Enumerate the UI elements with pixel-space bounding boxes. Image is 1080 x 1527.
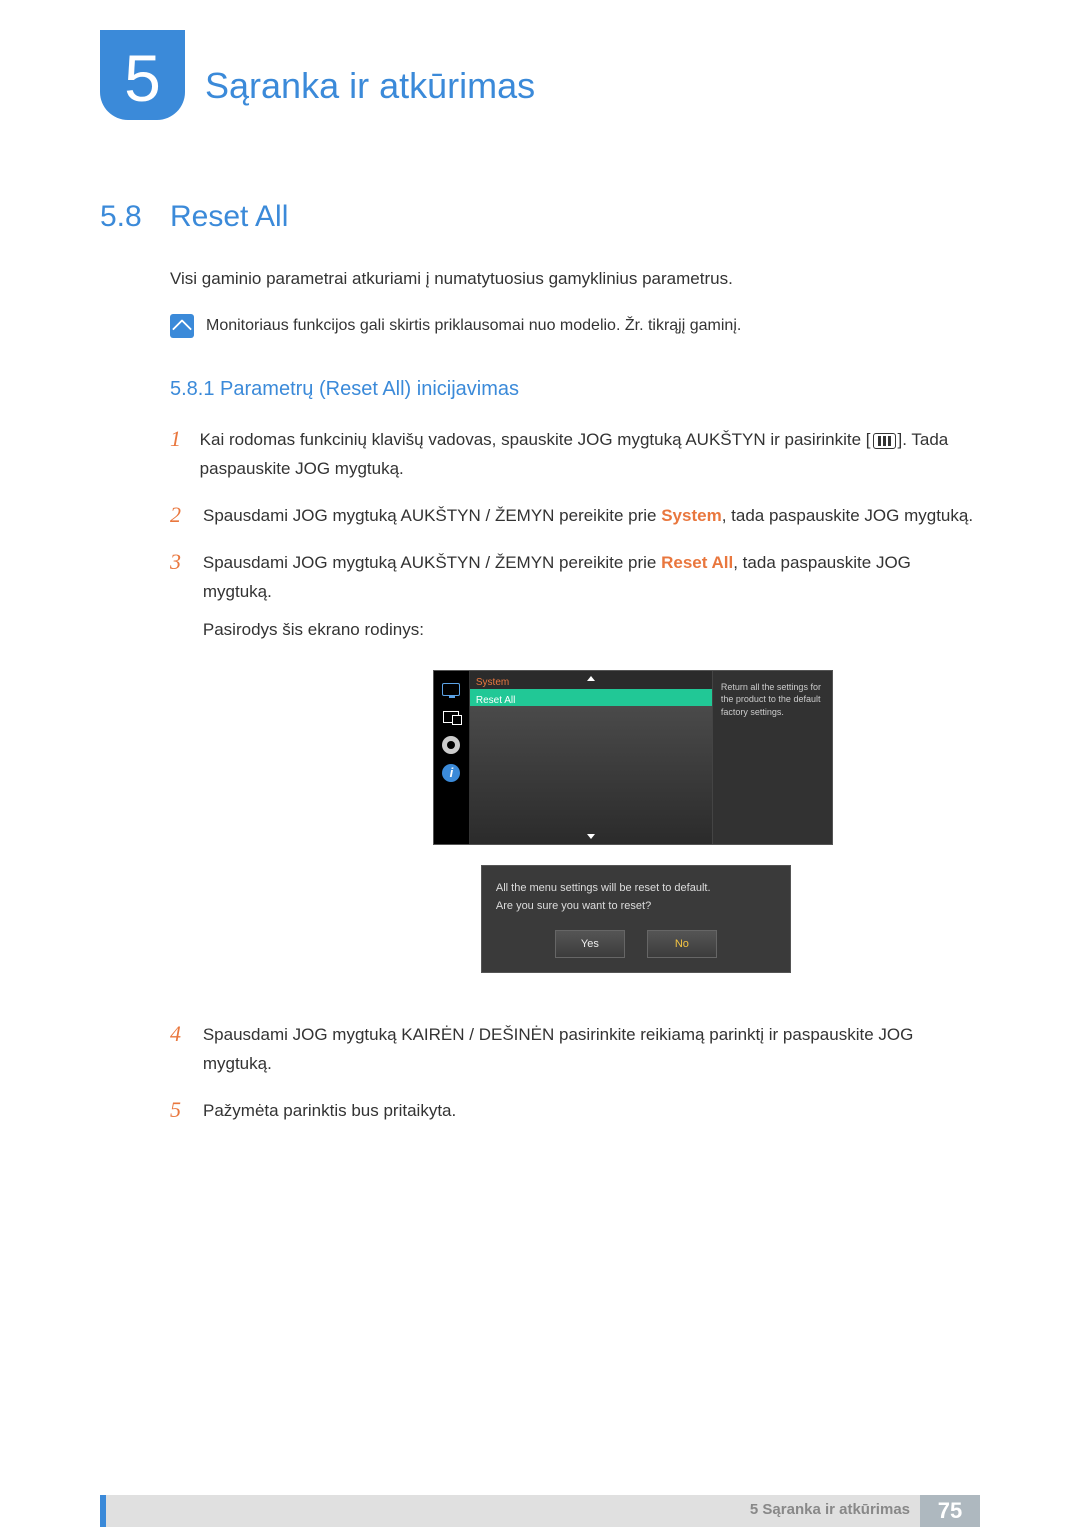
arrow-up-icon <box>587 676 595 681</box>
text-fragment: Spausdami JOG mygtuką AUKŠTYN / ŽEMYN pe… <box>203 553 661 572</box>
osd-description: Return all the settings for the product … <box>712 671 832 844</box>
step-3: 3 Spausdami JOG mygtuką AUKŠTYN / ŽEMYN … <box>170 549 980 1004</box>
osd-illustration: i System Reset All Return all the settin… <box>433 670 833 973</box>
steps-list: 1 Kai rodomas funkcinių klavišų vadovas,… <box>170 426 980 1126</box>
step-4: 4 Spausdami JOG mygtuką KAIRĖN / DEŠINĖN… <box>170 1021 980 1079</box>
highlight-resetall: Reset All <box>661 553 733 572</box>
page-number: 75 <box>920 1495 980 1527</box>
note-text: Monitoriaus funkcijos gali skirtis prikl… <box>206 314 741 335</box>
pip-icon <box>440 707 462 727</box>
osd-confirm-dialog: All the menu settings will be reset to d… <box>481 865 791 973</box>
osd-menu: i System Reset All Return all the settin… <box>433 670 833 845</box>
menu-icon <box>873 433 896 449</box>
step-number: 2 <box>170 502 188 528</box>
note-row: Monitoriaus funkcijos gali skirtis prikl… <box>170 314 980 338</box>
page-footer: 5 Sąranka ir atkūrimas 75 <box>0 1495 1080 1527</box>
monitor-icon <box>440 679 462 699</box>
text-line: All the menu settings will be reset to d… <box>496 880 776 898</box>
step-text: Spausdami JOG mygtuką KAIRĖN / DEŠINĖN p… <box>203 1021 980 1079</box>
chapter-number-badge: 5 <box>100 30 185 120</box>
step-1: 1 Kai rodomas funkcinių klavišų vadovas,… <box>170 426 980 484</box>
gear-icon <box>440 735 462 755</box>
note-icon <box>170 314 194 338</box>
intro-text: Visi gaminio parametrai atkuriami į numa… <box>170 269 980 289</box>
info-icon: i <box>440 763 462 783</box>
step-text: Kai rodomas funkcinių klavišų vadovas, s… <box>200 426 980 484</box>
step-5: 5 Pažymėta parinktis bus pritaikyta. <box>170 1097 980 1126</box>
step-number: 4 <box>170 1021 188 1047</box>
text-line: Are you sure you want to reset? <box>496 898 776 916</box>
section-header: 5.8 Reset All <box>100 200 980 234</box>
subsection-title: 5.8.1 Parametrų (Reset All) inicijavimas <box>170 378 980 401</box>
step-text: Spausdami JOG mygtuką AUKŠTYN / ŽEMYN pe… <box>203 502 973 531</box>
text-fragment: Spausdami JOG mygtuką AUKŠTYN / ŽEMYN pe… <box>203 506 661 525</box>
osd-main: System Reset All <box>470 671 712 844</box>
highlight-system: System <box>661 506 721 525</box>
yes-button: Yes <box>555 930 625 959</box>
section-title: Reset All <box>170 200 288 234</box>
step-2: 2 Spausdami JOG mygtuką AUKŠTYN / ŽEMYN … <box>170 502 980 531</box>
text-fragment: Pasirodys šis ekrano rodinys: <box>203 620 424 639</box>
chapter-title: Sąranka ir atkūrimas <box>205 30 535 107</box>
step-text: Spausdami JOG mygtuką AUKŠTYN / ŽEMYN pe… <box>203 549 980 1004</box>
osd-title: System <box>470 671 712 694</box>
step-number: 3 <box>170 549 188 575</box>
step-text: Pažymėta parinktis bus pritaikyta. <box>203 1097 456 1126</box>
section-number: 5.8 <box>100 200 170 234</box>
text-fragment: , tada paspauskite JOG mygtuką. <box>722 506 973 525</box>
text-fragment: Kai rodomas funkcinių klavišų vadovas, s… <box>200 430 871 449</box>
step-number: 1 <box>170 426 185 452</box>
no-button: No <box>647 930 717 959</box>
chapter-header: 5 Sąranka ir atkūrimas <box>100 30 980 120</box>
step-number: 5 <box>170 1097 188 1123</box>
osd-sidebar: i <box>434 671 470 844</box>
dialog-text: All the menu settings will be reset to d… <box>496 880 776 915</box>
footer-chapter-label: 5 Sąranka ir atkūrimas <box>106 1495 920 1518</box>
arrow-down-icon <box>587 834 595 839</box>
